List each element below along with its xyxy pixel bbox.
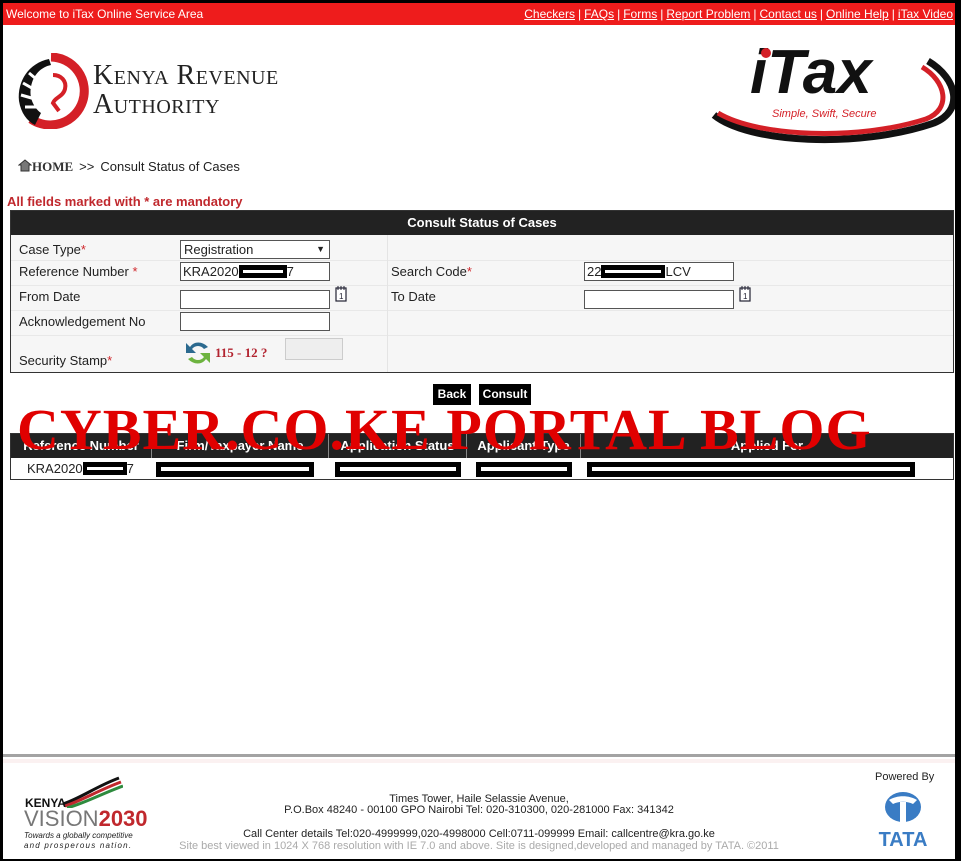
link-forms[interactable]: Forms bbox=[623, 7, 657, 21]
link-contact-us[interactable]: Contact us bbox=[760, 7, 817, 21]
page-frame: Welcome to iTax Online Service Area Chec… bbox=[3, 3, 955, 859]
panel-title: Consult Status of Cases bbox=[11, 211, 953, 235]
row-divider bbox=[11, 310, 953, 311]
home-icon[interactable] bbox=[18, 159, 32, 172]
footer-divider bbox=[3, 754, 955, 757]
svg-text:1: 1 bbox=[339, 292, 344, 301]
svg-text:TATA: TATA bbox=[879, 829, 928, 850]
case-type-select[interactable]: Registration ▼ bbox=[180, 240, 330, 259]
breadcrumb-home[interactable]: HOME bbox=[32, 159, 73, 174]
from-date-input[interactable] bbox=[180, 290, 330, 309]
to-date-label: To Date bbox=[391, 289, 436, 304]
calendar-icon[interactable]: 1 bbox=[739, 286, 751, 302]
row-divider bbox=[11, 335, 953, 336]
search-code-input[interactable]: 22 LCV bbox=[584, 262, 734, 281]
consult-form-panel: Consult Status of Cases Case Type* Regis… bbox=[10, 210, 954, 373]
separator: | bbox=[617, 7, 621, 21]
kra-name-line2: Authority bbox=[93, 89, 220, 120]
separator: | bbox=[660, 7, 664, 21]
chevron-down-icon: ▼ bbox=[316, 244, 325, 254]
link-online-help[interactable]: Online Help bbox=[826, 7, 889, 21]
link-itax-video[interactable]: iTax Video bbox=[898, 7, 953, 21]
separator: | bbox=[891, 7, 895, 21]
kra-name: Kenya Revenue Authority bbox=[93, 61, 279, 119]
separator: | bbox=[753, 7, 757, 21]
footer-tint bbox=[3, 759, 955, 763]
kra-name-line1: Kenya Revenue bbox=[93, 60, 279, 91]
reference-number-label: Reference Number * bbox=[19, 264, 138, 279]
tata-logo-icon: TATA bbox=[879, 792, 928, 850]
footer-call-center: Call Center details Tel:020-4999999,020-… bbox=[243, 828, 715, 840]
svg-text:1: 1 bbox=[743, 292, 748, 301]
top-links: Checkers | FAQs | Forms | Report Problem | Conta… bbox=[524, 7, 953, 21]
breadcrumb: HOME >> Consult Status of Cases bbox=[18, 159, 240, 175]
link-checkers[interactable]: Checkers bbox=[524, 7, 575, 21]
security-stamp-input[interactable] bbox=[285, 338, 343, 360]
to-date-input[interactable] bbox=[584, 290, 734, 309]
mandatory-note: All fields marked with * are mandatory bbox=[7, 194, 243, 209]
powered-by-label: Powered By bbox=[875, 771, 935, 783]
link-report-problem[interactable]: Report Problem bbox=[666, 7, 750, 21]
redacted-block bbox=[238, 265, 287, 278]
redacted-block bbox=[601, 265, 666, 278]
watermark-text: CYBER.CO.KE PORTAL BLOG bbox=[17, 397, 872, 462]
refresh-captcha-icon[interactable] bbox=[184, 337, 212, 369]
breadcrumb-separator: >> bbox=[79, 159, 95, 174]
welcome-text: Welcome to iTax Online Service Area bbox=[6, 7, 204, 21]
acknowledgement-no-input[interactable] bbox=[180, 312, 330, 331]
row-divider bbox=[11, 285, 953, 286]
footer-address-line2: P.O.Box 48240 - 00100 GPO Nairobi Tel: 0… bbox=[284, 804, 674, 816]
kra-lion-logo-icon bbox=[18, 53, 89, 129]
top-bar: Welcome to iTax Online Service Area Chec… bbox=[3, 3, 955, 25]
acknowledgement-no-label: Acknowledgement No bbox=[19, 314, 146, 329]
separator: | bbox=[819, 7, 824, 21]
calendar-icon[interactable]: 1 bbox=[335, 286, 347, 302]
itax-logo-icon: iTax Simple, Swift, Secure bbox=[711, 38, 955, 144]
footer-site-note: Site best viewed in 1024 X 768 resolutio… bbox=[179, 840, 779, 852]
svg-text:iTax: iTax bbox=[750, 38, 874, 107]
separator: | bbox=[577, 7, 582, 21]
search-code-label: Search Code* bbox=[391, 264, 472, 279]
row-divider bbox=[11, 260, 953, 261]
breadcrumb-current: Consult Status of Cases bbox=[100, 159, 240, 174]
case-type-label: Case Type* bbox=[19, 242, 86, 257]
from-date-label: From Date bbox=[19, 289, 81, 304]
reference-number-input[interactable]: KRA2020 7 bbox=[180, 262, 330, 281]
security-stamp-label: Security Stamp* bbox=[19, 353, 113, 368]
column-divider bbox=[387, 235, 388, 372]
captcha-challenge: 115 - 12 ? bbox=[215, 345, 268, 360]
svg-text:Simple, Swift, Secure: Simple, Swift, Secure bbox=[772, 108, 877, 120]
link-faqs[interactable]: FAQs bbox=[584, 7, 614, 21]
